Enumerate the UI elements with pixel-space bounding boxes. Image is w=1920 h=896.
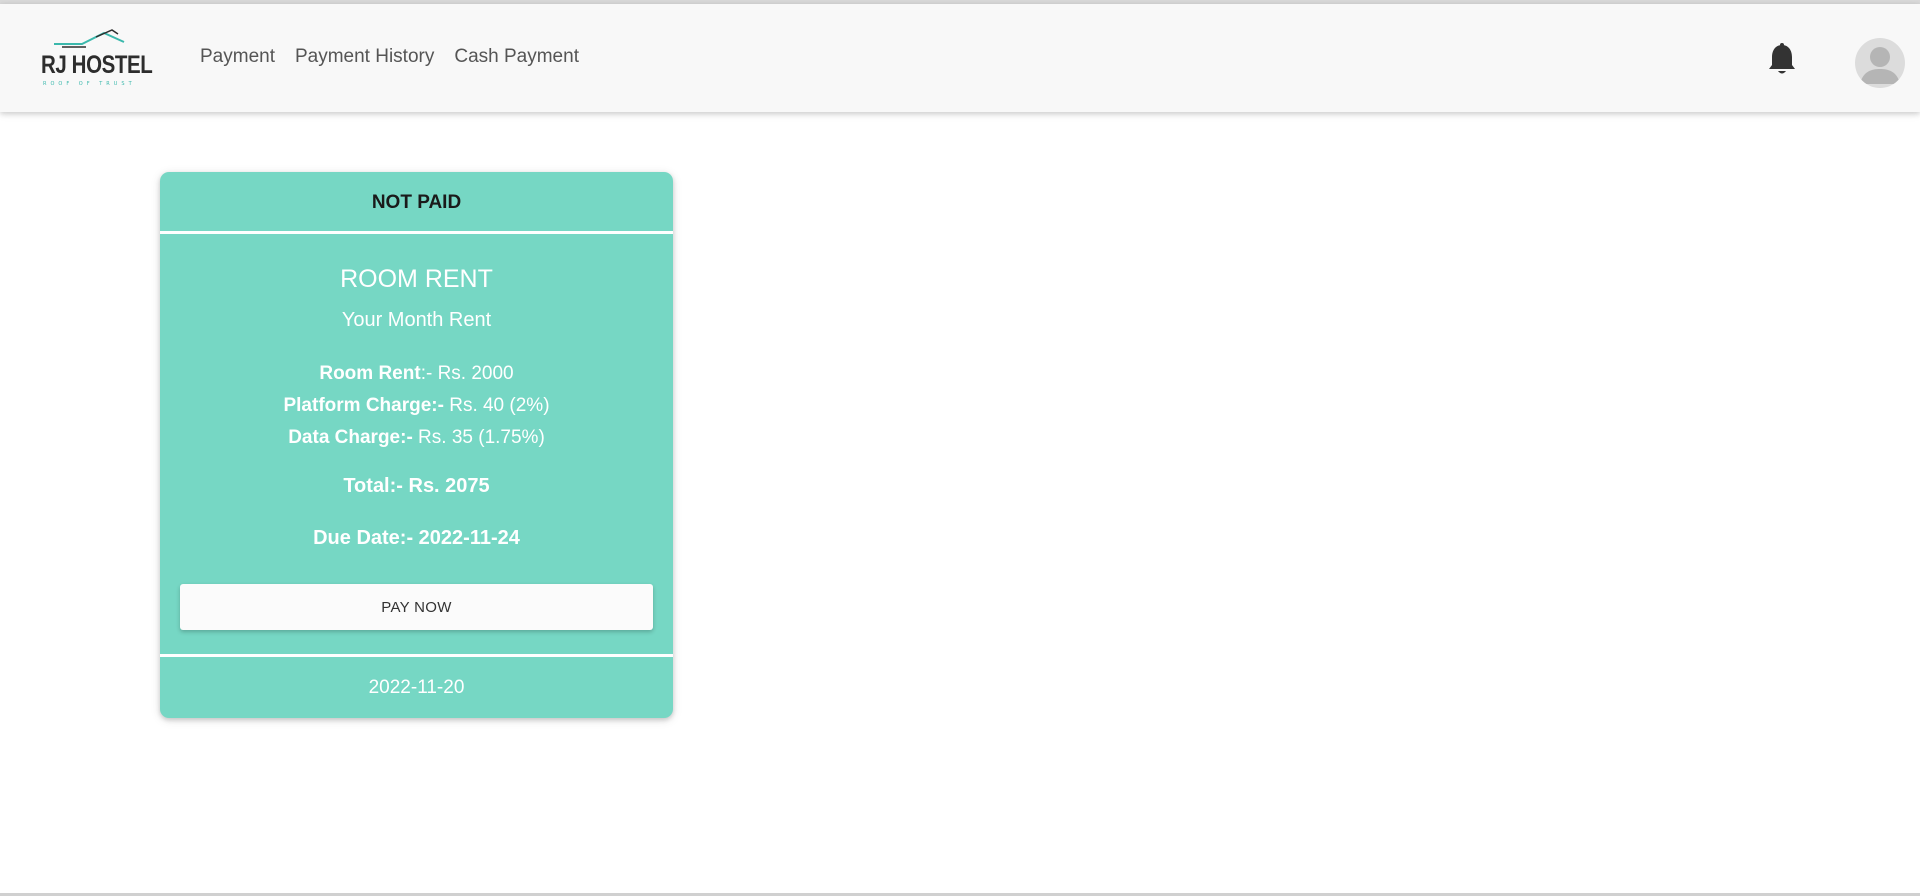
room-rent-value: :- Rs. 2000	[420, 363, 514, 384]
user-avatar-icon[interactable]	[1855, 38, 1905, 88]
nav-link-payment[interactable]: Payment	[190, 44, 285, 70]
roof-logo-icon	[54, 29, 125, 48]
pay-now-button[interactable]: PAY NOW	[180, 584, 653, 630]
brand-logo[interactable]: RJ HOSTEL ROOF OF TRUST	[40, 28, 153, 90]
room-rent-row: Room Rent:- Rs. 2000	[160, 358, 673, 390]
total-amount: Total:- Rs. 2075	[343, 475, 490, 497]
main-nav: Payment Payment History Cash Payment	[190, 44, 589, 70]
due-date: Due Date:- 2022-11-24	[313, 527, 520, 549]
bell-icon[interactable]	[1766, 42, 1798, 78]
payment-status: NOT PAID	[160, 172, 673, 234]
platform-charge-value: Rs. 40 (2%)	[443, 395, 550, 416]
card-footer-date: 2022-11-20	[160, 654, 673, 718]
room-rent-label: Room Rent	[319, 363, 421, 384]
charges-list: Room Rent:- Rs. 2000 Platform Charge:- R…	[160, 358, 673, 454]
brand-tagline: ROOF OF TRUST	[43, 81, 136, 87]
nav-link-cash-payment[interactable]: Cash Payment	[444, 44, 589, 70]
nav-link-payment-history[interactable]: Payment History	[285, 44, 444, 70]
payment-card: NOT PAID ROOM RENT Your Month Rent Room …	[160, 172, 673, 718]
platform-charge-label: Platform Charge:-	[283, 395, 444, 416]
top-navbar: RJ HOSTEL ROOF OF TRUST Payment Payment …	[0, 4, 1920, 112]
card-title: ROOM RENT	[340, 265, 493, 293]
platform-charge-row: Platform Charge:- Rs. 40 (2%)	[160, 390, 673, 422]
data-charge-row: Data Charge:- Rs. 35 (1.75%)	[160, 422, 673, 454]
data-charge-label: Data Charge:-	[288, 427, 413, 448]
card-subtitle: Your Month Rent	[341, 309, 492, 331]
data-charge-value: Rs. 35 (1.75%)	[412, 427, 545, 448]
brand-name: RJ HOSTEL	[41, 51, 153, 79]
